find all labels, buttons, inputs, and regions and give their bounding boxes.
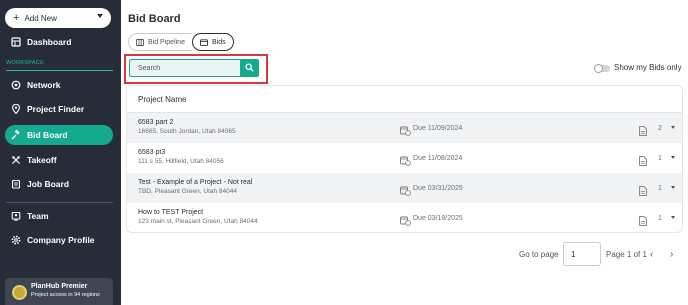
bids-table: Project Name 6583 part 2 16665, South Jo… (126, 85, 683, 233)
document-count: 1 (658, 215, 662, 222)
tab-bid-pipeline[interactable]: Bid Pipeline (128, 33, 192, 51)
search-input[interactable] (129, 59, 241, 77)
chevron-down-icon[interactable] (671, 186, 675, 189)
sidebar-divider (6, 202, 113, 203)
chevron-down-icon[interactable] (671, 126, 675, 129)
project-name[interactable]: Test - Example of a Project - Not real (138, 179, 252, 186)
document-count: 1 (658, 155, 662, 162)
search-button[interactable] (240, 59, 259, 77)
chevron-down-icon[interactable] (671, 156, 675, 159)
location-pin-icon (11, 104, 21, 114)
sidebar-item-company-profile[interactable]: Company Profile (5, 230, 113, 250)
calendar-icon (200, 38, 208, 46)
team-icon (11, 211, 21, 221)
document-count: 1 (658, 185, 662, 192)
sidebar-item-label: Project Finder (27, 104, 85, 114)
document-icon (639, 153, 647, 166)
sidebar-item-project-finder[interactable]: Project Finder (5, 99, 113, 119)
due-date: Due 03/19/2025 (413, 215, 463, 222)
chevron-right-icon[interactable]: › (670, 250, 673, 260)
tab-bids[interactable]: Bids (191, 33, 234, 51)
table-row[interactable]: How to TEST Project 123 main st, Pleasan… (127, 203, 682, 232)
table-row[interactable]: Test - Example of a Project - Not real T… (127, 173, 682, 203)
workspace-label: WORKSPACE (6, 60, 45, 66)
gavel-icon (11, 130, 21, 140)
sidebar-item-label: Network (27, 80, 61, 90)
dashboard-icon (11, 37, 21, 47)
gear-icon (11, 235, 21, 245)
sidebar-item-team[interactable]: Team (5, 206, 113, 226)
sidebar-item-label: Takeoff (27, 155, 57, 165)
calendar-clock-icon (400, 123, 411, 136)
chevron-left-icon[interactable]: ‹ (650, 250, 653, 260)
chevron-down-icon (97, 14, 103, 18)
project-name[interactable]: 6583 part 2 (138, 119, 173, 126)
document-icon (639, 183, 647, 196)
project-address: 123 main st, Pleasant Green, Utah 84044 (138, 218, 258, 225)
plus-icon: + (13, 11, 20, 24)
sidebar-item-dashboard[interactable]: Dashboard (5, 32, 113, 52)
go-to-page-label: Go to page (519, 250, 559, 259)
calendar-clock-icon (400, 183, 411, 196)
project-name[interactable]: How to TEST Project (138, 209, 203, 216)
show-my-bids-label: Show my Bids only (614, 63, 682, 72)
due-date: Due 11/08/2024 (413, 155, 463, 162)
premier-badge-icon (12, 285, 27, 300)
project-address: 111 s 55, Hillfield, Utah 84056 (138, 158, 224, 165)
sidebar-item-network[interactable]: Network (5, 75, 113, 95)
page-of-label: Page 1 of 1 (606, 250, 647, 259)
document-count: 2 (658, 125, 662, 132)
premier-subtitle: Project access in 94 regions (31, 292, 100, 298)
toggle-knob (594, 64, 603, 73)
sidebar-item-label: Company Profile (27, 235, 95, 245)
tab-label: Bid Pipeline (148, 38, 185, 46)
sidebar-item-job-board[interactable]: Job Board (5, 174, 113, 194)
calendar-clock-icon (400, 213, 411, 226)
search-icon (245, 59, 254, 77)
sidebar-item-label: Job Board (27, 179, 70, 189)
table-row[interactable]: 6583 part 2 16665, South Jordan, Utah 84… (127, 113, 682, 143)
add-new-button[interactable]: + Add New (5, 8, 111, 28)
table-row[interactable]: 6583 pt3 111 s 55, Hillfield, Utah 84056… (127, 143, 682, 173)
project-name[interactable]: 6583 pt3 (138, 149, 165, 156)
page-title: Bid Board (128, 13, 181, 25)
project-address: TBD, Pleasant Green, Utah 84044 (138, 188, 238, 195)
premier-title: PlanHub Premier (31, 283, 88, 290)
sidebar-item-bid-board[interactable]: Bid Board (5, 125, 113, 145)
premier-card[interactable]: PlanHub Premier Project access in 94 reg… (5, 278, 113, 305)
takeoff-icon (11, 155, 21, 165)
due-date: Due 11/09/2024 (413, 125, 463, 132)
due-date: Due 03/31/2025 (413, 185, 463, 192)
column-header-project-name[interactable]: Project Name (138, 95, 186, 104)
chevron-down-icon[interactable] (671, 216, 675, 219)
sidebar: + Add New Dashboard WORKSPACE Network Pr… (0, 0, 121, 305)
workspace-divider (6, 70, 113, 71)
tab-label: Bids (211, 38, 226, 46)
calendar-clock-icon (400, 153, 411, 166)
clipboard-icon (11, 179, 21, 189)
pipeline-icon (136, 38, 144, 46)
project-address: 16665, South Jordan, Utah 84065 (138, 128, 236, 135)
sidebar-item-takeoff[interactable]: Takeoff (5, 150, 113, 170)
document-icon (639, 213, 647, 226)
sidebar-item-label: Bid Board (27, 130, 68, 140)
sidebar-item-label: Team (27, 211, 49, 221)
show-my-bids-toggle[interactable] (594, 64, 610, 73)
sidebar-item-label: Dashboard (27, 37, 72, 47)
add-new-label: Add New (24, 13, 57, 23)
tab-group: Bid Pipeline Bids (128, 33, 234, 51)
network-icon (11, 80, 21, 90)
page-number-input[interactable] (563, 242, 601, 266)
document-icon (639, 123, 647, 136)
